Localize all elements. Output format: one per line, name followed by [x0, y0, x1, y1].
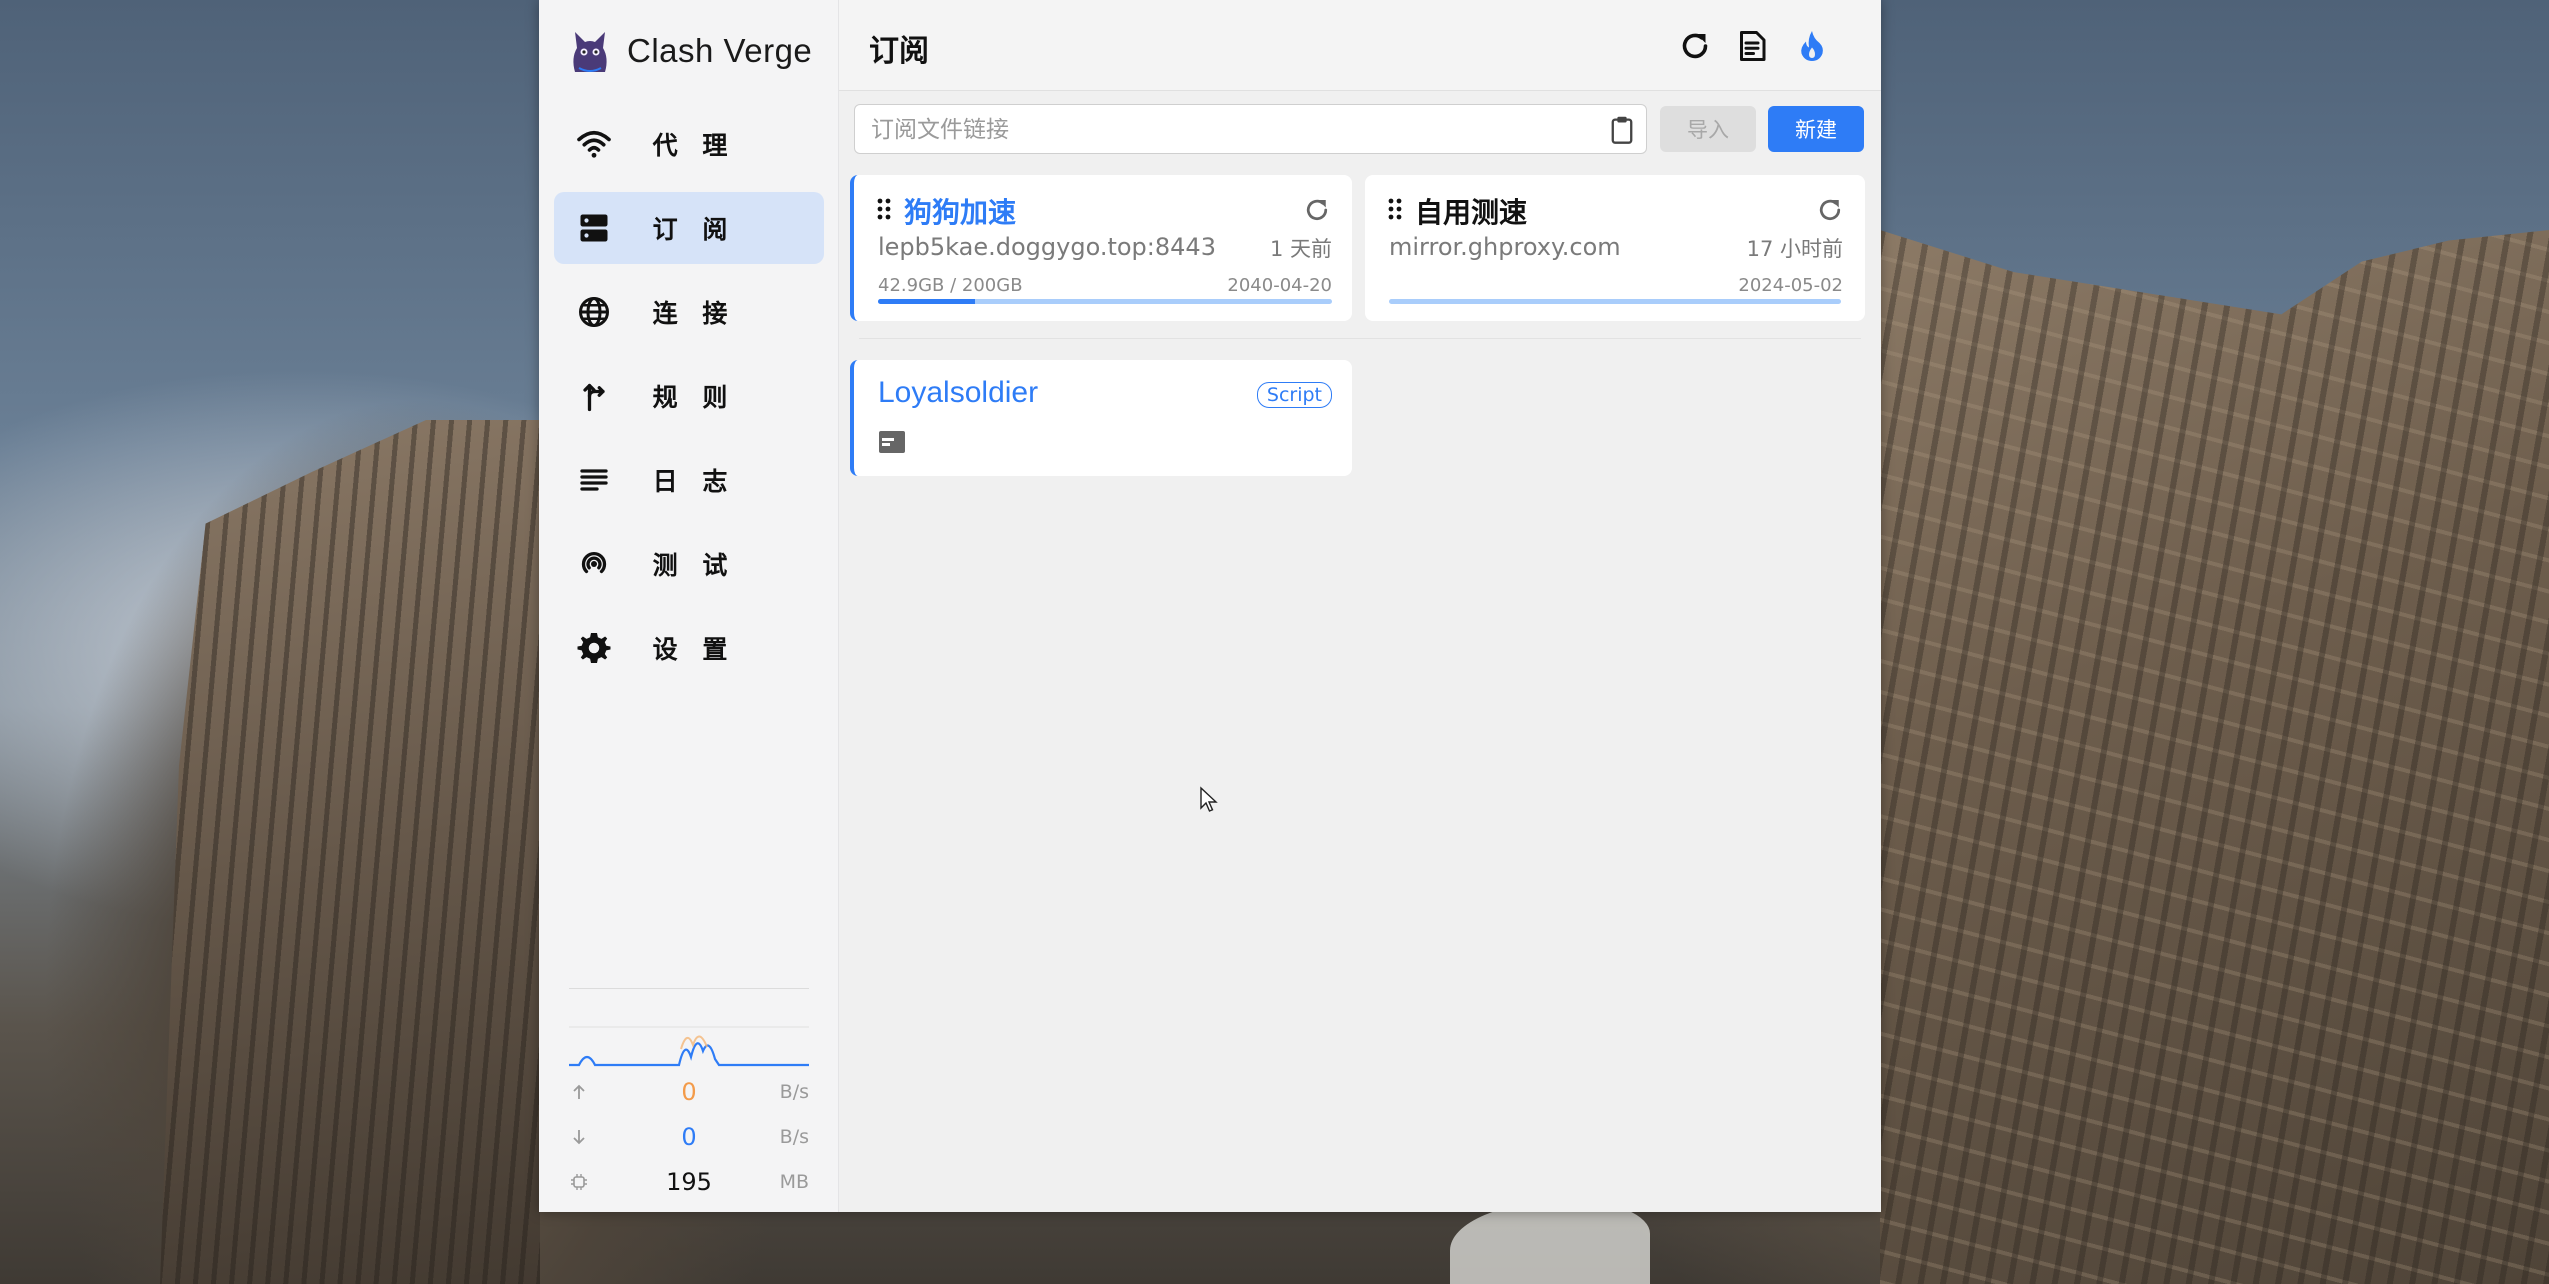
refresh-icon[interactable]: [1302, 195, 1332, 225]
sidebar-item-label: 测 试: [652, 551, 736, 580]
main-content: 订阅 导入 新建: [839, 0, 1881, 1212]
subscription-url-input[interactable]: [869, 113, 1573, 147]
memory-usage: 195 MB: [569, 1159, 809, 1204]
wallpaper-rock-left: [160, 420, 540, 1284]
upload-unit: B/s: [779, 1080, 809, 1103]
profile-expire: 2024-05-02: [1738, 275, 1843, 296]
sidebar-item-proxy[interactable]: 代 理: [554, 108, 824, 180]
script-type-badge: Script: [1256, 382, 1332, 408]
memory-unit: MB: [779, 1170, 809, 1193]
subscription-url-field[interactable]: [854, 104, 1647, 154]
mouse-cursor-icon: [1200, 786, 1218, 812]
flame-icon[interactable]: [1794, 28, 1830, 64]
web-asset-icon: [879, 431, 905, 453]
profile-card[interactable]: 狗狗加速 lepb5kae.doggygo.top:8443 1 天前 42.9…: [850, 175, 1352, 321]
refresh-icon[interactable]: [1677, 28, 1713, 64]
profile-name: 自用测速: [1415, 196, 1528, 229]
profile-updated: 1 天前: [1269, 237, 1332, 261]
wallpaper-rock-right: [1880, 230, 2549, 1284]
drag-handle-icon[interactable]: [876, 197, 892, 221]
page-title: 订阅: [869, 34, 929, 69]
sidebar-item-label: 日 志: [652, 467, 736, 496]
script-card[interactable]: Loyalsoldier Script: [850, 360, 1352, 476]
download-value: 0: [681, 1122, 697, 1151]
new-profile-button[interactable]: 新建: [1768, 106, 1864, 152]
usage-progress-fill: [878, 299, 976, 304]
profile-updated: 17 小时前: [1746, 237, 1843, 261]
sidebar-item-profiles[interactable]: 订 阅: [554, 192, 824, 264]
profile-expire: 2040-04-20: [1227, 275, 1332, 296]
sidebar-item-label: 连 接: [652, 299, 736, 328]
script-name: Loyalsoldier: [878, 376, 1039, 409]
app-logo: Clash Verge: [569, 25, 812, 77]
page-header: 订阅: [839, 0, 1881, 91]
usage-progress-bar: [878, 299, 1332, 304]
upload-value: 0: [681, 1077, 697, 1106]
download-unit: B/s: [779, 1125, 809, 1148]
sidebar-item-settings[interactable]: 设 置: [554, 612, 824, 684]
app-window: Clash Verge 代 理 订 阅 连 接 规 则 日 志 测 试 设 置 …: [539, 0, 1881, 1212]
sidebar-item-label: 代 理: [652, 131, 736, 160]
sidebar-item-test[interactable]: 测 试: [554, 528, 824, 600]
usage-progress-bar: [1389, 299, 1841, 304]
sidebar-item-connections[interactable]: 连 接: [554, 276, 824, 348]
cat-logo-icon: [573, 32, 607, 72]
drag-handle-icon[interactable]: [1387, 197, 1403, 221]
profile-usage: 42.9GB / 200GB: [878, 275, 1023, 296]
profile-host: mirror.ghproxy.com: [1389, 233, 1621, 261]
sidebar-nav: 代 理 订 阅 连 接 规 则 日 志 测 试 设 置: [554, 108, 824, 696]
text-snippet-icon[interactable]: [1734, 28, 1770, 64]
profile-card[interactable]: 自用测速 mirror.ghproxy.com 17 小时前 2024-05-0…: [1365, 175, 1865, 321]
sidebar-item-logs[interactable]: 日 志: [554, 444, 824, 516]
upload-speed: 0 B/s: [569, 1069, 809, 1114]
traffic-graph: [569, 1026, 809, 1067]
sidebar-item-label: 设 置: [652, 635, 736, 664]
sidebar-item-rules[interactable]: 规 则: [554, 360, 824, 432]
sidebar: Clash Verge 代 理 订 阅 连 接 规 则 日 志 测 试 设 置 …: [539, 0, 839, 1212]
sidebar-item-label: 订 阅: [652, 215, 736, 244]
refresh-icon[interactable]: [1815, 195, 1845, 225]
sidebar-item-label: 规 则: [652, 383, 736, 412]
profile-name: 狗狗加速: [904, 196, 1017, 229]
profile-host: lepb5kae.doggygo.top:8443: [878, 233, 1216, 261]
traffic-panel: 0 B/s 0 B/s 195 MB: [569, 988, 809, 1204]
section-divider: [859, 338, 1861, 339]
memory-value: 195: [666, 1167, 712, 1196]
import-button[interactable]: 导入: [1660, 106, 1756, 152]
clipboard-icon[interactable]: [1608, 115, 1636, 145]
app-title: Clash Verge: [627, 32, 813, 69]
download-speed: 0 B/s: [569, 1114, 809, 1159]
